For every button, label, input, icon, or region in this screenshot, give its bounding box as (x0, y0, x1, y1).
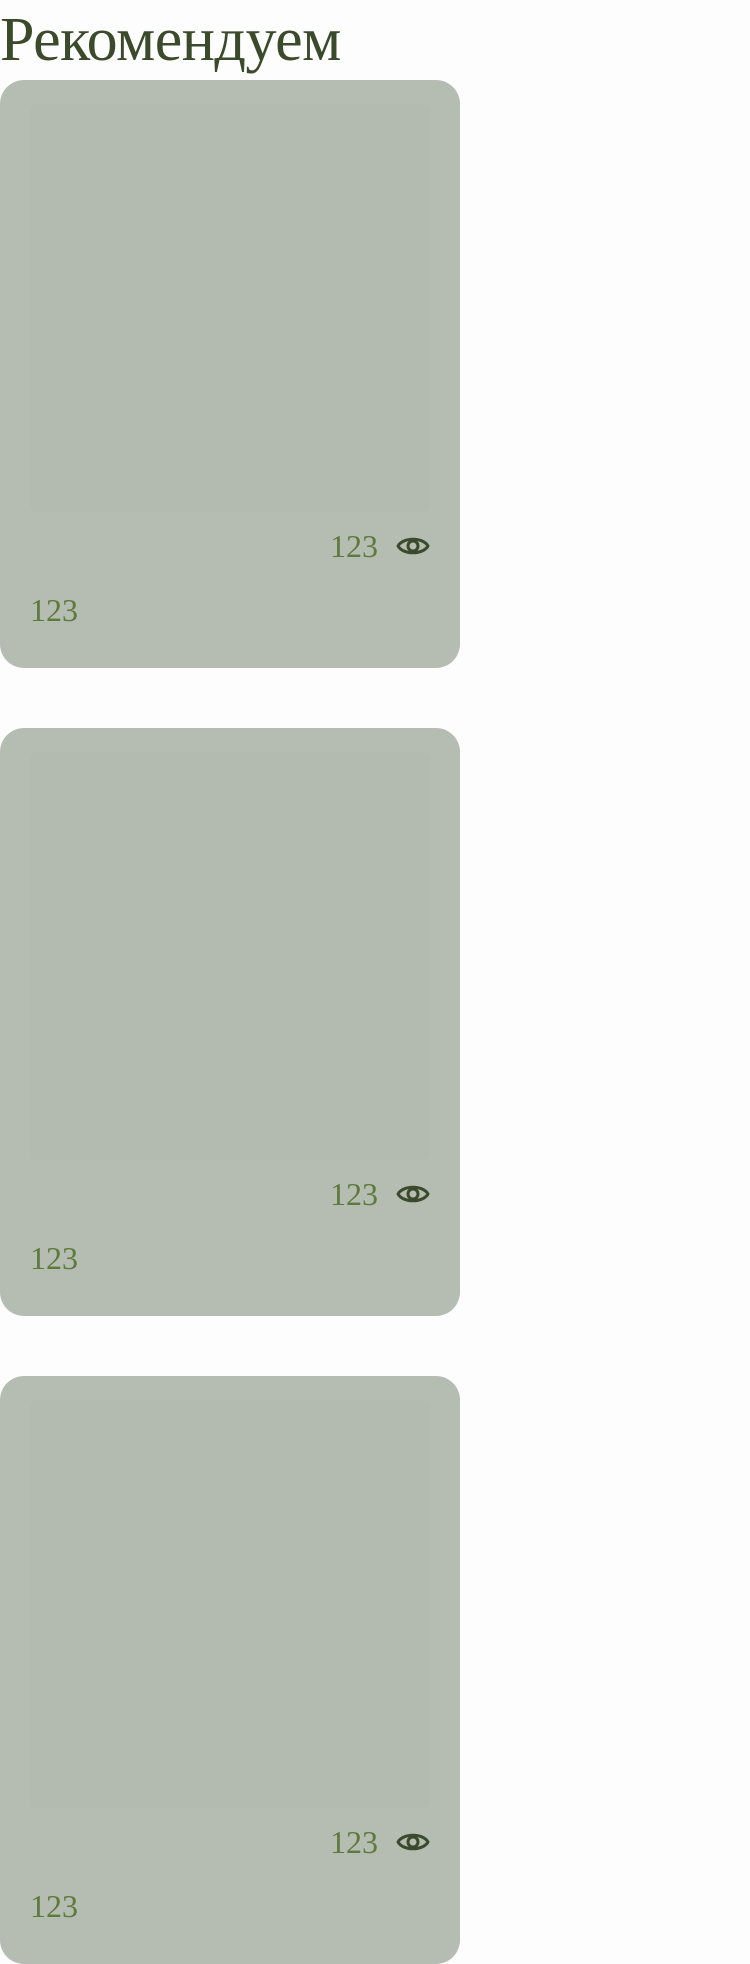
section-title: Рекомендуем (0, 6, 341, 74)
card-image-placeholder[interactable] (30, 752, 430, 1160)
card-image-placeholder[interactable] (30, 1400, 430, 1808)
eye-icon (396, 1180, 430, 1208)
eye-icon (396, 532, 430, 560)
card-value: 123 (30, 592, 78, 628)
views-counter: 123 (330, 1174, 430, 1214)
eye-icon (396, 1828, 430, 1856)
recommended-card[interactable]: 123 123 (0, 1376, 460, 1964)
recommended-page: Рекомендуем 123 123 123 123 123 123 (0, 0, 750, 1964)
recommended-card[interactable]: 123 123 (0, 728, 460, 1316)
views-counter: 123 (330, 1822, 430, 1862)
views-count: 123 (330, 528, 378, 564)
recommended-card[interactable]: 123 123 (0, 80, 460, 668)
views-count: 123 (330, 1176, 378, 1212)
card-value: 123 (30, 1240, 78, 1276)
recommended-list: 123 123 123 123 123 123 (0, 80, 460, 1964)
card-image-placeholder[interactable] (30, 104, 430, 512)
views-count: 123 (330, 1824, 378, 1860)
card-value: 123 (30, 1888, 78, 1924)
views-counter: 123 (330, 526, 430, 566)
